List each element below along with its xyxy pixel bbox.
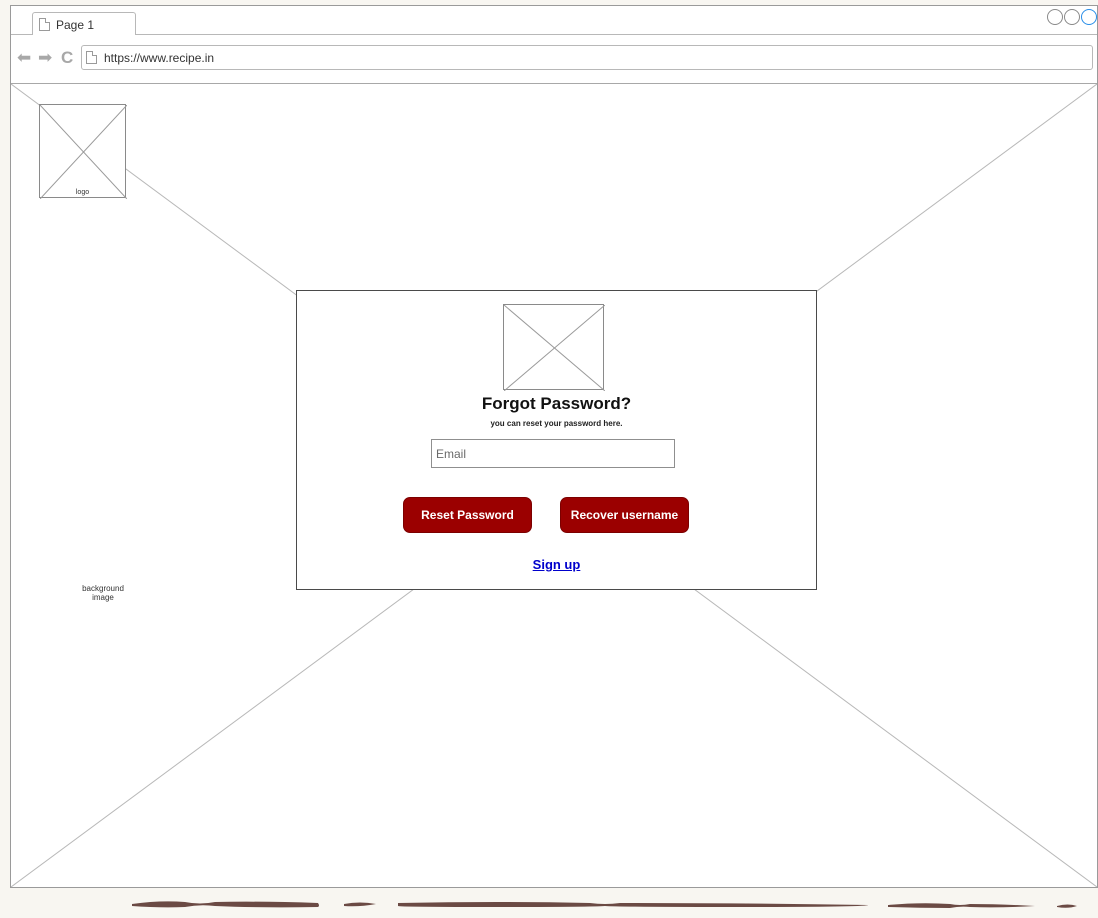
url-text: https://www.recipe.in bbox=[104, 50, 215, 65]
image-placeholder-icon bbox=[40, 105, 127, 199]
browser-window: Page 1 ⬅ ➡ C https://www.recipe.in backg… bbox=[10, 5, 1098, 888]
maximize-button[interactable] bbox=[1064, 9, 1080, 25]
image-placeholder-icon bbox=[504, 305, 605, 391]
email-field[interactable] bbox=[431, 439, 675, 468]
url-bar[interactable]: https://www.recipe.in bbox=[81, 45, 1093, 70]
reset-password-button[interactable]: Reset Password bbox=[403, 497, 532, 533]
dialog-image-placeholder bbox=[503, 304, 605, 391]
page-icon bbox=[86, 51, 97, 64]
page-content: background image logo Forgot Password? y… bbox=[11, 84, 1097, 887]
reload-icon[interactable]: C bbox=[61, 49, 73, 66]
forgot-password-dialog: Forgot Password? you can reset your pass… bbox=[296, 290, 817, 590]
tab-page-1[interactable]: Page 1 bbox=[32, 12, 136, 36]
page-icon bbox=[39, 18, 50, 31]
tab-label: Page 1 bbox=[56, 17, 95, 32]
back-arrow-icon[interactable]: ⬅ bbox=[17, 49, 31, 66]
forward-arrow-icon[interactable]: ➡ bbox=[38, 49, 52, 66]
dialog-title: Forgot Password? bbox=[481, 394, 632, 413]
close-button[interactable] bbox=[1081, 9, 1097, 25]
dialog-subtitle: you can reset your password here. bbox=[490, 419, 623, 428]
background-image-label: background image bbox=[82, 584, 124, 602]
logo-placeholder: logo bbox=[39, 104, 127, 199]
signup-link[interactable]: Sign up bbox=[297, 557, 816, 572]
window-controls bbox=[1047, 9, 1097, 25]
decorative-brush-strokes bbox=[132, 901, 1077, 908]
tab-strip: Page 1 bbox=[11, 6, 1097, 36]
recover-username-button[interactable]: Recover username bbox=[560, 497, 689, 533]
minimize-button[interactable] bbox=[1047, 9, 1063, 25]
logo-label: logo bbox=[75, 189, 90, 196]
address-row: ⬅ ➡ C https://www.recipe.in bbox=[11, 35, 1097, 84]
